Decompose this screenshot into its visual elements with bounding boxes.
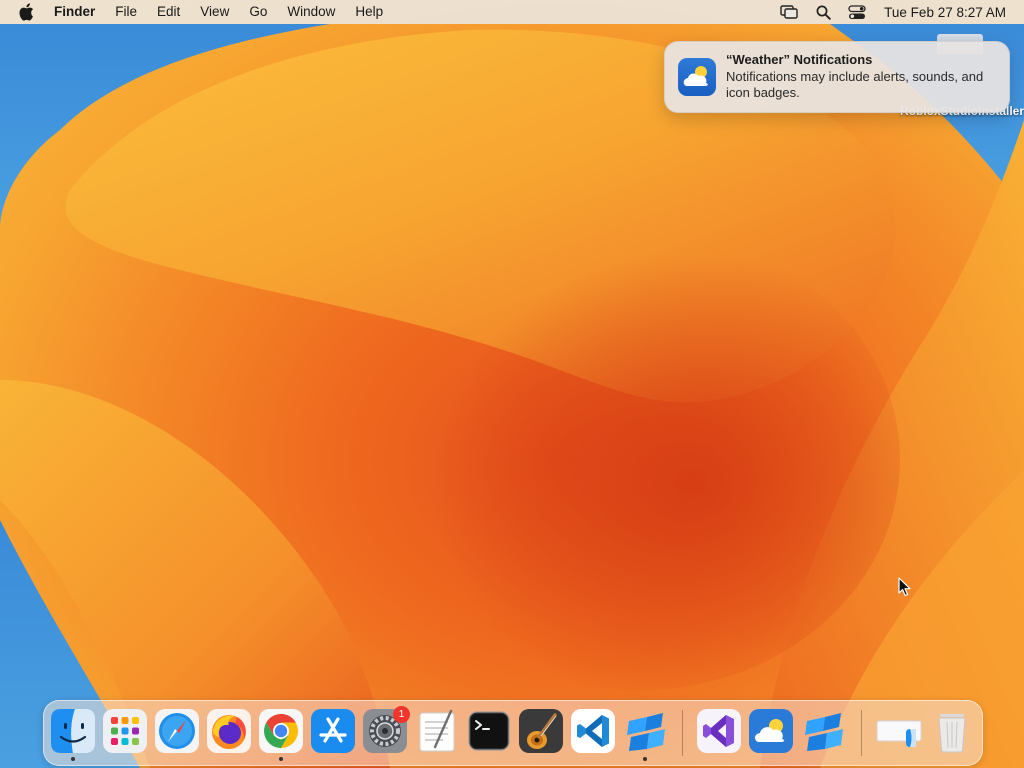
menu-bar: Finder File Edit View Go Window Help Tue… [0, 0, 1024, 24]
launchpad-icon[interactable] [103, 709, 147, 753]
menu-go[interactable]: Go [239, 0, 277, 24]
chrome-running-indicator [279, 757, 283, 761]
menu-edit[interactable]: Edit [147, 0, 190, 24]
menu-bar-clock[interactable]: Tue Feb 27 8:27 AM [884, 5, 1006, 20]
spotlight-search-icon[interactable] [813, 0, 833, 24]
notification-title: “Weather” Notifications [726, 52, 873, 67]
trash-icon[interactable] [930, 709, 974, 753]
menu-view[interactable]: View [190, 0, 239, 24]
control-center-icon[interactable] [847, 0, 867, 24]
dock-divider [682, 710, 683, 756]
visual-studio-icon[interactable] [697, 709, 741, 753]
downloads-stack-icon[interactable] [876, 709, 922, 753]
dock: 1 [43, 700, 983, 766]
notification-banner[interactable]: “Weather” Notifications Notifications ma… [664, 41, 1010, 113]
roblox-studio-icon[interactable] [801, 709, 845, 753]
textedit-icon[interactable] [415, 709, 459, 753]
dock-divider [861, 710, 862, 756]
chrome-icon[interactable] [259, 709, 303, 753]
vscode-icon[interactable] [571, 709, 615, 753]
notification-body: Notifications may include alerts, sounds… [726, 69, 984, 100]
apple-menu-icon[interactable] [18, 0, 36, 24]
menu-window[interactable]: Window [277, 0, 345, 24]
finder-icon[interactable] [51, 709, 95, 753]
terminal-icon[interactable] [467, 709, 511, 753]
garageband-icon[interactable] [519, 709, 563, 753]
weather-app-icon [678, 58, 716, 96]
roblox-studio-icon[interactable] [623, 709, 667, 753]
firefox-icon[interactable] [207, 709, 251, 753]
system-settings-badge: 1 [393, 706, 410, 723]
screen-mirroring-icon[interactable] [779, 0, 799, 24]
app-store-icon[interactable] [311, 709, 355, 753]
mouse-pointer-icon [898, 577, 912, 602]
menu-file[interactable]: File [105, 0, 147, 24]
safari-icon[interactable] [155, 709, 199, 753]
menu-app-name[interactable]: Finder [44, 0, 105, 24]
roblox-studio-running-indicator [643, 757, 647, 761]
menu-help[interactable]: Help [345, 0, 393, 24]
desktop-wallpaper [0, 0, 1024, 768]
finder-running-indicator [71, 757, 75, 761]
weather-icon[interactable] [749, 709, 793, 753]
